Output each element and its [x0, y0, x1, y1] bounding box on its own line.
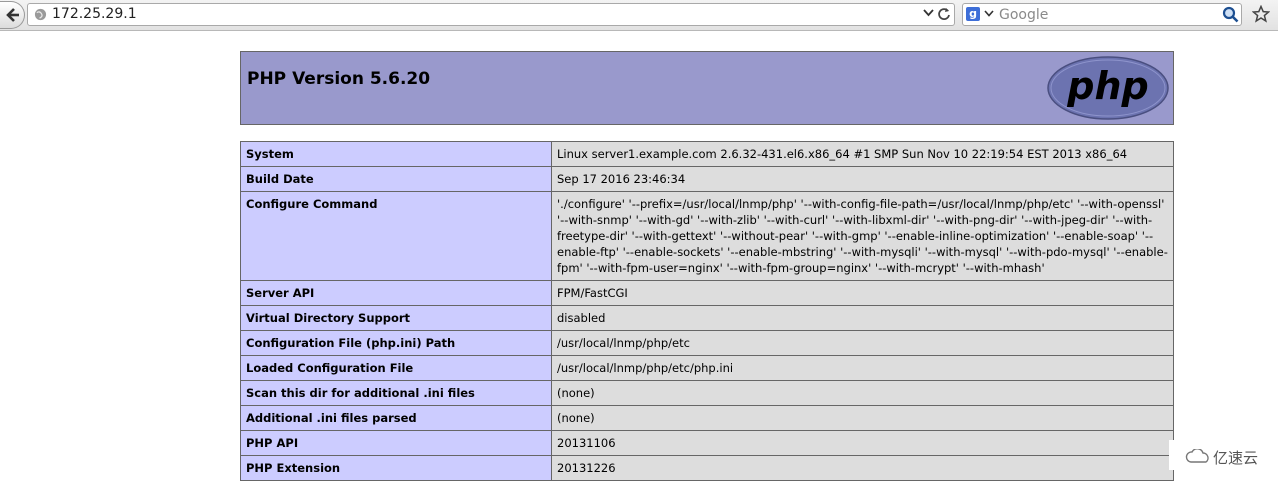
- table-row: Configure Command './configure' '--prefix…: [240, 191, 1174, 281]
- bookmark-star-icon[interactable]: [1252, 5, 1270, 23]
- row-key: PHP API: [240, 430, 552, 456]
- back-button[interactable]: [0, 1, 25, 29]
- globe-icon: [34, 8, 47, 21]
- row-value: (none): [551, 405, 1174, 431]
- row-key: Scan this dir for additional .ini files: [240, 380, 552, 406]
- search-icon[interactable]: [1222, 6, 1239, 23]
- row-key: System: [240, 141, 552, 167]
- row-key: Build Date: [240, 166, 552, 192]
- row-key: PHP Extension: [240, 455, 552, 481]
- phpinfo-table: System Linux server1.example.com 2.6.32-4…: [240, 141, 1174, 481]
- table-row: Virtual Directory Support disabled: [240, 305, 1174, 331]
- row-key: Server API: [240, 280, 552, 306]
- row-key: Additional .ini files parsed: [240, 405, 552, 431]
- row-key: Loaded Configuration File: [240, 355, 552, 381]
- php-logo-text: php: [1066, 64, 1148, 108]
- row-value: /usr/local/lnmp/php/etc: [551, 330, 1174, 356]
- back-arrow-icon: [6, 8, 19, 22]
- page-title: PHP Version 5.6.20: [247, 69, 431, 89]
- row-value: 20131226: [551, 455, 1174, 481]
- browser-toolbar: 172.25.29.1 g Google: [0, 0, 1278, 31]
- row-value: Linux server1.example.com 2.6.32-431.el6…: [551, 141, 1174, 167]
- watermark-text: 亿速云: [1213, 449, 1259, 467]
- row-key: Virtual Directory Support: [240, 305, 552, 331]
- address-bar[interactable]: 172.25.29.1: [27, 3, 955, 26]
- search-input[interactable]: Google: [999, 7, 1048, 23]
- row-key: Configure Command: [240, 191, 552, 281]
- row-value: './configure' '--prefix=/usr/local/lnmp/…: [551, 191, 1174, 281]
- table-row: Configuration File (php.ini) Path/usr/lo…: [240, 330, 1174, 356]
- row-value: disabled: [551, 305, 1174, 331]
- table-row: PHP Extension 20131226: [240, 455, 1174, 481]
- url-text[interactable]: 172.25.29.1: [52, 6, 137, 22]
- chevron-down-icon[interactable]: [923, 9, 934, 17]
- table-row: Scan this dir for additional .ini files(…: [240, 380, 1174, 406]
- search-engine-dropdown-icon[interactable]: [984, 10, 994, 17]
- row-value: /usr/local/lnmp/php/etc/php.ini: [551, 355, 1174, 381]
- table-row: PHP API 20131106: [240, 430, 1174, 456]
- row-value: FPM/FastCGI: [551, 280, 1174, 306]
- cloud-logo-icon: [1185, 449, 1209, 463]
- table-row: Build Date Sep 17 2016 23:46:34: [240, 166, 1174, 192]
- table-row: Server API FPM/FastCGI: [240, 280, 1174, 306]
- table-row: Additional .ini files parsed (none): [240, 405, 1174, 431]
- search-bar[interactable]: g Google: [962, 3, 1242, 26]
- phpinfo-header: PHP Version 5.6.20 php: [240, 51, 1174, 125]
- reload-icon[interactable]: [937, 7, 951, 21]
- google-icon[interactable]: g: [966, 7, 980, 21]
- php-logo[interactable]: php: [1046, 55, 1170, 121]
- watermark: 亿速云: [1169, 440, 1278, 470]
- row-key: Configuration File (php.ini) Path: [240, 330, 552, 356]
- table-row: System Linux server1.example.com 2.6.32-4…: [240, 141, 1174, 167]
- table-row: Loaded Configuration File/usr/local/lnmp…: [240, 355, 1174, 381]
- row-value: (none): [551, 380, 1174, 406]
- row-value: 20131106: [551, 430, 1174, 456]
- row-value: Sep 17 2016 23:46:34: [551, 166, 1174, 192]
